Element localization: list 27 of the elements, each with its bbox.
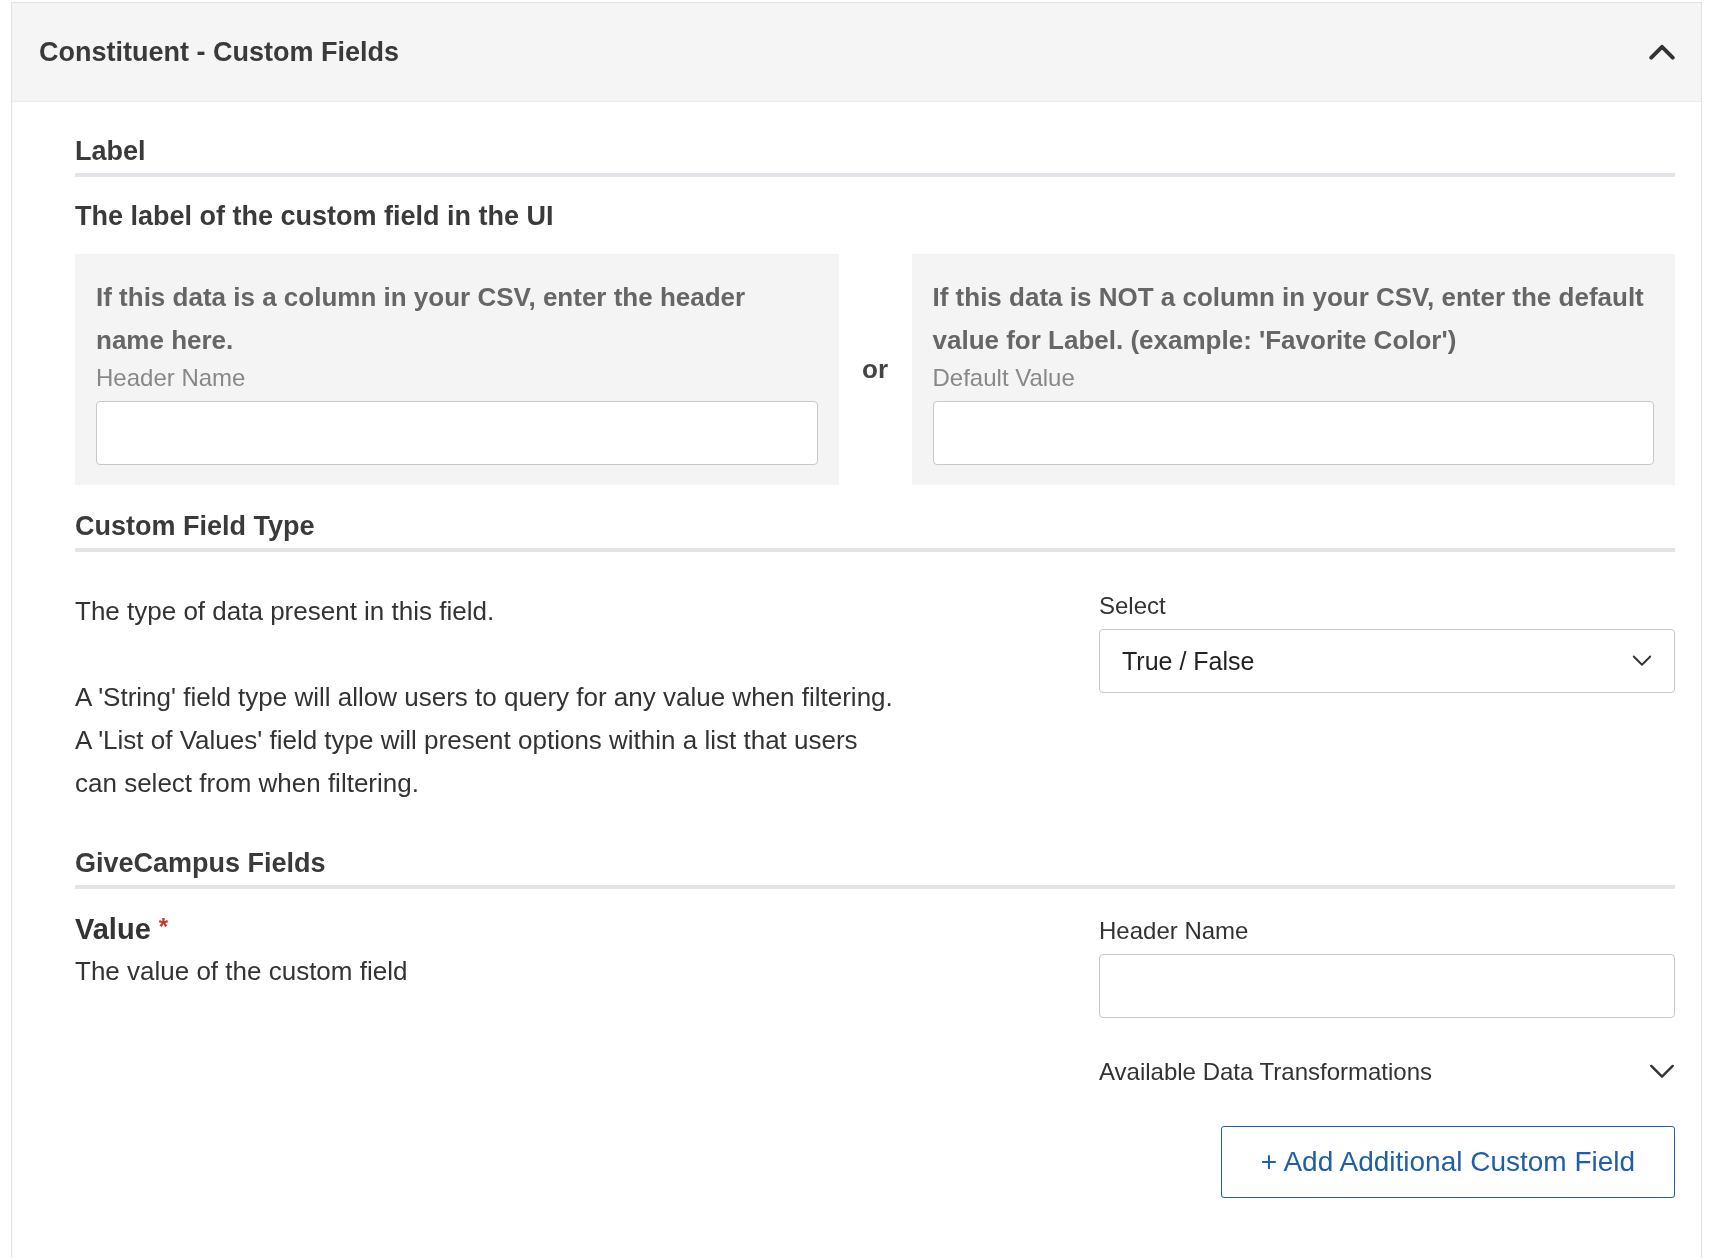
section-heading: Custom Field Type [75,511,1675,552]
field-title: Value [75,913,151,945]
input-label: Header Name [1099,917,1250,945]
description-text: A 'String' field type will allow users to query for any value when filtering. A 'List of Values' field type will present options within a list that users can select from when filtering. [75,681,894,800]
select-label: Select [1099,592,1167,620]
default-value-input[interactable] [932,401,1654,465]
field-label: Header Name [96,364,247,392]
chevron-down-icon [1649,1064,1675,1080]
field-label: Default Value [932,364,1076,392]
header-name-input[interactable] [96,401,818,465]
chevron-down-icon [1632,655,1652,667]
section-heading: GiveCampus Fields [75,848,1675,889]
section-heading: Label [75,136,1675,177]
type-select[interactable]: True / False [1099,629,1675,693]
or-separator: or [861,354,889,385]
required-mark: * [158,913,169,940]
field-description: The value of the custom field [75,956,409,987]
transformations-toggle[interactable]: Available Data Transformations [1099,1058,1675,1086]
section-subheading: The label of the custom field in the UI [75,201,555,232]
description-text: The type of data present in this field. [75,595,496,628]
add-custom-field-button[interactable]: + Add Additional Custom Field [1221,1126,1675,1198]
option-text: If this data is NOT a column in your CSV, enter the default value for Label. (example: 'Favorite Color') [932,281,1645,357]
panel-title: Constituent - Custom Fields [39,36,399,68]
panel-header[interactable]: Constituent - Custom Fields [12,3,1701,102]
option-text: If this data is a column in your CSV, enter the header name here. [96,281,747,357]
collapse-icon [1649,44,1675,60]
header-name-input[interactable] [1099,954,1675,1018]
